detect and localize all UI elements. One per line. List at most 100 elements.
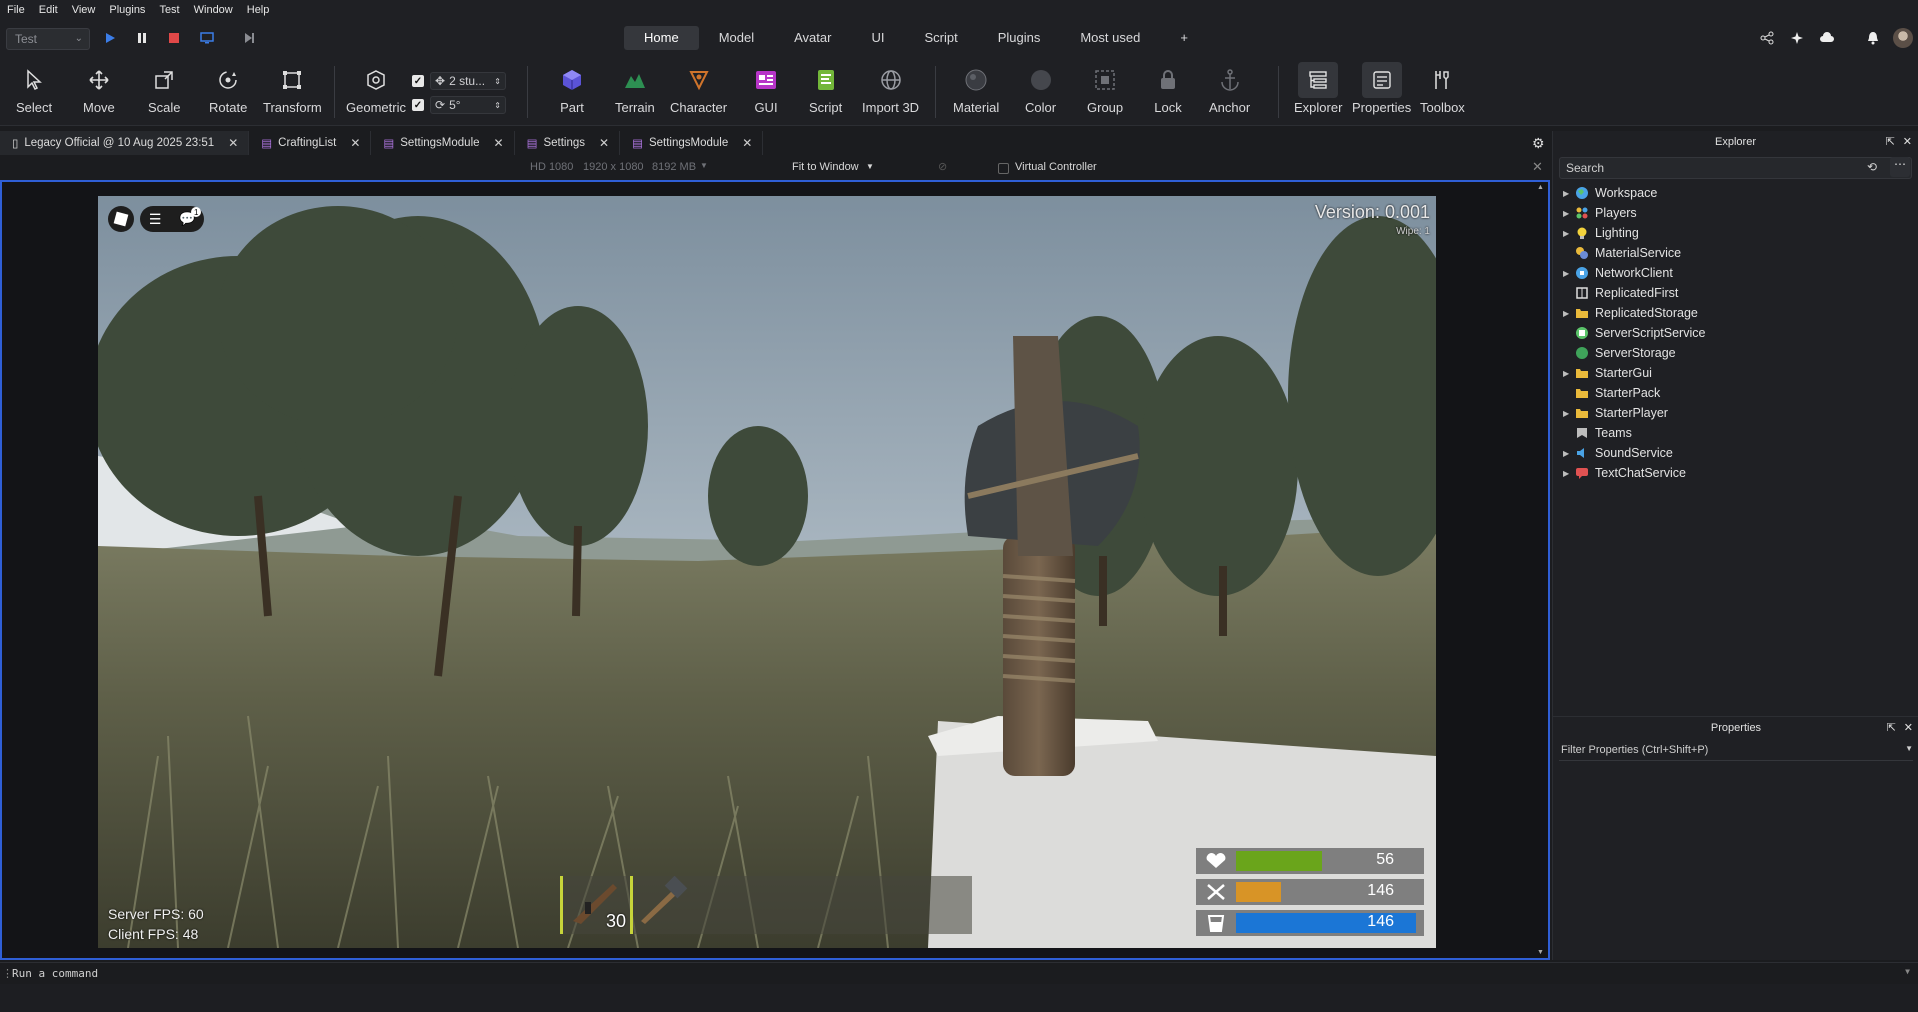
tab-add[interactable]: + (1160, 26, 1208, 50)
tab-settings[interactable]: ▤ Settings ✕ (515, 131, 621, 155)
step-button[interactable] (240, 29, 258, 47)
expand-arrow-icon[interactable]: ▶ (1563, 409, 1569, 418)
test-mode-select[interactable]: Test ⌄ (6, 28, 90, 50)
close-icon[interactable]: ✕ (1903, 135, 1912, 148)
history-icon[interactable]: ⟲ (1867, 160, 1877, 174)
hotbar-slot-1[interactable]: 30 (560, 876, 630, 934)
pause-button[interactable] (133, 29, 151, 47)
move-tool[interactable]: Move (83, 66, 115, 115)
menu-view[interactable]: View (65, 4, 103, 16)
part-tool[interactable]: Part (558, 66, 586, 115)
geometric-tool[interactable]: Geometric (346, 66, 406, 115)
share-icon[interactable] (1752, 27, 1782, 49)
rotate-snap-checkbox[interactable]: ✓ (412, 99, 424, 111)
tab-home[interactable]: Home (624, 26, 699, 50)
chevron-down-icon[interactable]: ▼ (1905, 967, 1910, 976)
explorer-item-networkclient[interactable]: ▶ NetworkClient (1553, 263, 1918, 283)
terrain-tool[interactable]: Terrain (615, 66, 655, 115)
close-icon[interactable]: ✕ (1904, 721, 1913, 734)
chevron-down-icon[interactable]: ▼ (1905, 744, 1913, 753)
explorer-item-starterpack[interactable]: StarterPack (1553, 383, 1918, 403)
toolbox-toggle[interactable]: Toolbox (1420, 66, 1465, 115)
expand-arrow-icon[interactable]: ▶ (1563, 189, 1569, 198)
explorer-item-soundservice[interactable]: ▶ SoundService (1553, 443, 1918, 463)
explorer-item-serverscriptservice[interactable]: ServerScriptService (1553, 323, 1918, 343)
move-snap-field[interactable]: ✥ 2 stu... ⇕ (430, 72, 506, 90)
menu-file[interactable]: File (0, 4, 32, 16)
fit-select[interactable]: Fit to Window (792, 161, 859, 173)
hotbar-slot-3[interactable] (692, 876, 762, 934)
import3d-tool[interactable]: Import 3D (862, 66, 919, 115)
game-viewport[interactable]: ☰ 💬 1 Version: 0.001 Wipe: 1 Server FPS: … (0, 180, 1550, 960)
orientation-icon[interactable]: ⊘ (938, 160, 947, 173)
rotate-tool[interactable]: Rotate (209, 66, 247, 115)
drag-handle-icon[interactable]: ⋮ (2, 967, 13, 980)
explorer-item-startergui[interactable]: ▶ StarterGui (1553, 363, 1918, 383)
device-select[interactable]: HD 1080 (530, 161, 573, 173)
assistant-sparkle-icon[interactable] (1782, 27, 1812, 49)
material-tool[interactable]: Material (953, 66, 999, 115)
expand-arrow-icon[interactable]: ▶ (1563, 469, 1569, 478)
explorer-item-serverstorage[interactable]: ServerStorage (1553, 343, 1918, 363)
command-input[interactable]: Run a command (12, 967, 98, 980)
close-icon[interactable]: ✕ (494, 136, 504, 150)
explorer-search-input[interactable]: Search ⟲ (1559, 157, 1912, 179)
select-tool[interactable]: Select (16, 66, 52, 115)
chat-icon[interactable]: 💬 1 (179, 207, 202, 227)
bell-icon[interactable] (1858, 27, 1888, 49)
gear-icon[interactable]: ⚙ (1532, 135, 1545, 152)
viewport-scrollbar[interactable]: ▲ ▼ (1536, 182, 1546, 958)
client-server-button[interactable] (198, 29, 216, 47)
explorer-item-players[interactable]: ▶ Players (1553, 203, 1918, 223)
explorer-item-lighting[interactable]: ▶ Lighting (1553, 223, 1918, 243)
tab-settingsmodule[interactable]: ▤ SettingsModule ✕ (371, 131, 515, 155)
menu-test[interactable]: Test (152, 4, 186, 16)
expand-arrow-icon[interactable]: ▶ (1563, 269, 1569, 278)
character-tool[interactable]: Character (670, 66, 727, 115)
explorer-item-workspace[interactable]: ▶ Workspace (1553, 183, 1918, 203)
expand-arrow-icon[interactable]: ▶ (1563, 449, 1569, 458)
expand-arrow-icon[interactable]: ▶ (1563, 369, 1569, 378)
hamburger-icon[interactable]: ☰ (149, 211, 162, 228)
rotate-snap-field[interactable]: ⟳ 5° ⇕ (430, 96, 506, 114)
scroll-down-icon[interactable]: ▼ (1537, 949, 1544, 956)
transform-tool[interactable]: Transform (263, 66, 322, 115)
close-icon[interactable]: ✕ (350, 136, 360, 150)
explorer-item-materialservice[interactable]: MaterialService (1553, 243, 1918, 263)
explorer-item-starterplayer[interactable]: ▶ StarterPlayer (1553, 403, 1918, 423)
lock-tool[interactable]: Lock (1154, 66, 1182, 115)
popout-icon[interactable]: ⇱ (1887, 721, 1896, 734)
tab-settingsmodule-2[interactable]: ▤ SettingsModule ✕ (620, 131, 764, 155)
menu-plugins[interactable]: Plugins (102, 4, 152, 16)
close-icon[interactable]: ✕ (742, 136, 752, 150)
hotbar-slot-5[interactable] (832, 876, 902, 934)
roblox-menu-button[interactable] (108, 206, 134, 232)
more-options-icon[interactable]: ⋯ (1890, 157, 1910, 177)
explorer-item-replicatedfirst[interactable]: ReplicatedFirst (1553, 283, 1918, 303)
explorer-item-replicatedstorage[interactable]: ▶ ReplicatedStorage (1553, 303, 1918, 323)
group-tool[interactable]: Group (1087, 66, 1123, 115)
scale-tool[interactable]: Scale (148, 66, 181, 115)
explorer-toggle[interactable]: Explorer (1294, 62, 1342, 115)
stop-button[interactable] (165, 29, 183, 47)
avatar[interactable] (1888, 27, 1918, 49)
play-button[interactable] (101, 29, 119, 47)
properties-toggle[interactable]: Properties (1352, 62, 1411, 115)
tab-most-used[interactable]: Most used (1060, 26, 1160, 50)
menu-edit[interactable]: Edit (32, 4, 65, 16)
scroll-up-icon[interactable]: ▲ (1537, 184, 1544, 191)
expand-arrow-icon[interactable]: ▶ (1563, 309, 1569, 318)
menu-help[interactable]: Help (240, 4, 277, 16)
virtual-controller-checkbox[interactable] (998, 163, 1009, 174)
hotbar-slot-6[interactable] (902, 876, 972, 934)
expand-arrow-icon[interactable]: ▶ (1563, 229, 1569, 238)
command-bar[interactable]: ⋮ Run a command ▼ (0, 962, 1918, 984)
tab-model[interactable]: Model (699, 26, 774, 50)
tab-script[interactable]: Script (904, 26, 977, 50)
tab-avatar[interactable]: Avatar (774, 26, 851, 50)
tab-craftinglist[interactable]: ▤ CraftingList ✕ (249, 131, 372, 155)
move-snap-checkbox[interactable]: ✓ (412, 75, 424, 87)
close-icon[interactable]: ✕ (1532, 159, 1543, 175)
tab-plugins[interactable]: Plugins (978, 26, 1061, 50)
game-scene[interactable]: ☰ 💬 1 Version: 0.001 Wipe: 1 Server FPS: … (98, 196, 1436, 948)
